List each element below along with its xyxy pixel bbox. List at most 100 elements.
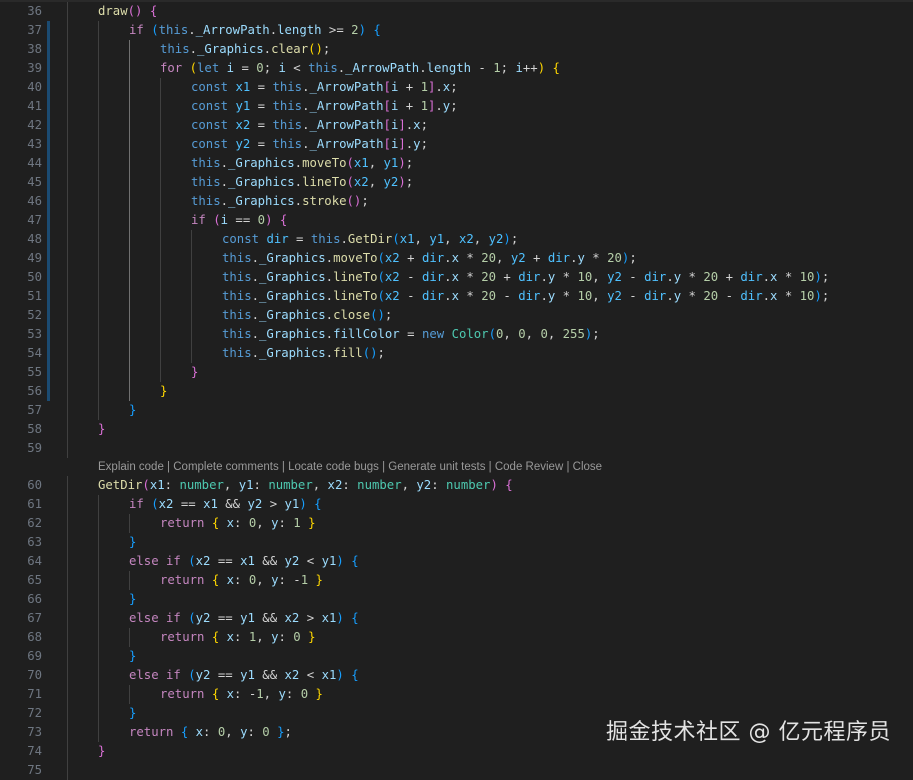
- code-line[interactable]: 38 this._Graphics.clear();: [0, 40, 913, 59]
- code-line[interactable]: 53 this._Graphics.fillColor = new Color(0…: [0, 325, 913, 344]
- token: _Graphics: [228, 194, 295, 208]
- code-content: for (let i = 0; i < this._ArrowPath.leng…: [160, 59, 560, 78]
- token: this: [158, 23, 189, 37]
- code-line[interactable]: 68 return { x: 1, y: 0 }: [0, 628, 913, 647]
- code-lens-action[interactable]: Generate unit tests: [388, 461, 485, 473]
- line-number: 48: [27, 232, 42, 246]
- code-editor[interactable]: 36 draw() {37 if (this._ArrowPath.length >…: [0, 0, 913, 780]
- code-line[interactable]: 43 const y2 = this._ArrowPath[i].y;: [0, 135, 913, 154]
- code-line[interactable]: 55}: [0, 363, 913, 382]
- code-line[interactable]: 50 this._Graphics.lineTo(x2 - dir.x * 20 …: [0, 268, 913, 287]
- indent-guide: [129, 325, 130, 344]
- token: [: [383, 118, 391, 132]
- code-lens-action[interactable]: Complete comments: [173, 461, 278, 473]
- code-line[interactable]: 40 const x1 = this._ArrowPath[i + 1].x;: [0, 78, 913, 97]
- token: .: [444, 251, 452, 265]
- code-lens-action[interactable]: Close: [573, 461, 602, 473]
- code-content: this._Graphics.fillColor = new Color(0, …: [222, 325, 600, 344]
- code-line[interactable]: 47 if (i == 0) {: [0, 211, 913, 230]
- code-line[interactable]: 71 return { x: -1, y: 0 }: [0, 685, 913, 704]
- token: ): [336, 668, 344, 682]
- token: >: [262, 497, 285, 511]
- line-number: 40: [27, 80, 42, 94]
- code-lens-action[interactable]: Explain code: [98, 461, 164, 473]
- code-line[interactable]: 67 else if (y2 == y1 && x2 > x1) {: [0, 609, 913, 628]
- code-content: else if (y2 == y1 && x2 < x1) {: [129, 666, 359, 685]
- code-line[interactable]: 64 else if (x2 == x1 && y2 < y1) {: [0, 552, 913, 571]
- token: [: [383, 99, 391, 113]
- code-line[interactable]: 58}: [0, 420, 913, 439]
- token: ): [358, 23, 366, 37]
- token: ): [490, 478, 498, 492]
- indent-guide: [129, 40, 130, 59]
- code-line[interactable]: 57}: [0, 401, 913, 420]
- line-number: 68: [27, 630, 42, 644]
- token: x2: [384, 289, 400, 303]
- code-lens-separator: |: [278, 461, 289, 473]
- token: :: [431, 478, 447, 492]
- token: {: [351, 668, 359, 682]
- code-line[interactable]: 75: [0, 761, 913, 780]
- line-number: 70: [27, 668, 42, 682]
- indent-guide: [67, 495, 68, 514]
- git-change-bar: [47, 116, 50, 135]
- code-line[interactable]: 51 this._Graphics.lineTo(x2 - dir.x * 20 …: [0, 287, 913, 306]
- token: ;: [592, 327, 600, 341]
- code-content: }: [129, 533, 136, 552]
- token: const: [191, 80, 229, 94]
- code-content: this._Graphics.close();: [222, 306, 392, 325]
- line-number: 60: [27, 478, 42, 492]
- token: return: [160, 573, 205, 587]
- code-line[interactable]: 36 draw() {: [0, 2, 913, 21]
- indent-guide: [160, 249, 161, 268]
- code-line[interactable]: 69}: [0, 647, 913, 666]
- indent-guide: [191, 306, 192, 325]
- token: ): [814, 270, 822, 284]
- code-line[interactable]: 46 this._Graphics.stroke();: [0, 192, 913, 211]
- code-lens-separator: |: [485, 461, 495, 473]
- indent-guide: [98, 116, 99, 135]
- code-line[interactable]: 70 else if (y2 == y1 && x2 < x1) {: [0, 666, 913, 685]
- code-line[interactable]: 60 GetDir(x1: number, y1: number, x2: num…: [0, 476, 913, 495]
- token: 0: [257, 213, 266, 227]
- code-line[interactable]: 56}: [0, 382, 913, 401]
- code-line[interactable]: 62 return { x: 0, y: 1 }: [0, 514, 913, 533]
- token: y2: [488, 232, 504, 246]
- token: *: [777, 270, 800, 284]
- token: const: [191, 99, 229, 113]
- code-lens-action[interactable]: Code Review: [495, 461, 563, 473]
- indent-guide: [160, 192, 161, 211]
- code-line[interactable]: 65 return { x: 0, y: -1 }: [0, 571, 913, 590]
- token: y1: [429, 232, 445, 246]
- code-line[interactable]: 42 const x2 = this._ArrowPath[i].x;: [0, 116, 913, 135]
- code-line[interactable]: 61 if (x2 == x1 && y2 > y1) {: [0, 495, 913, 514]
- token: const: [191, 118, 229, 132]
- token: 10: [799, 289, 815, 303]
- indent-guide: [67, 439, 68, 458]
- code-line[interactable]: 37 if (this._ArrowPath.length >= 2) {: [0, 21, 913, 40]
- token: 1: [293, 516, 301, 530]
- token: this: [308, 61, 338, 75]
- code-line[interactable]: 45 this._Graphics.lineTo(x2, y2);: [0, 173, 913, 192]
- code-lens-action[interactable]: Locate code bugs: [288, 461, 379, 473]
- code-line[interactable]: 41 const y1 = this._ArrowPath[i + 1].y;: [0, 97, 913, 116]
- code-line[interactable]: 44 this._Graphics.moveTo(x1, y1);: [0, 154, 913, 173]
- code-line[interactable]: 39 for (let i = 0; i < this._ArrowPath.le…: [0, 59, 913, 78]
- code-line[interactable]: 66}: [0, 590, 913, 609]
- token: ,: [256, 630, 272, 644]
- token: x2: [384, 251, 400, 265]
- code-line[interactable]: 49 this._Graphics.moveTo(x2 + dir.x * 20,…: [0, 249, 913, 268]
- token: y2: [235, 137, 251, 151]
- token: .: [263, 42, 272, 56]
- token: ,: [473, 232, 489, 246]
- indent-guide: [98, 382, 99, 401]
- code-line[interactable]: 59: [0, 439, 913, 458]
- code-line[interactable]: 54 this._Graphics.fill();: [0, 344, 913, 363]
- indent-guide: [67, 571, 68, 590]
- code-line[interactable]: 52 this._Graphics.close();: [0, 306, 913, 325]
- code-line[interactable]: 48 const dir = this.GetDir(x1, y1, x2, y2…: [0, 230, 913, 249]
- code-line[interactable]: 63}: [0, 533, 913, 552]
